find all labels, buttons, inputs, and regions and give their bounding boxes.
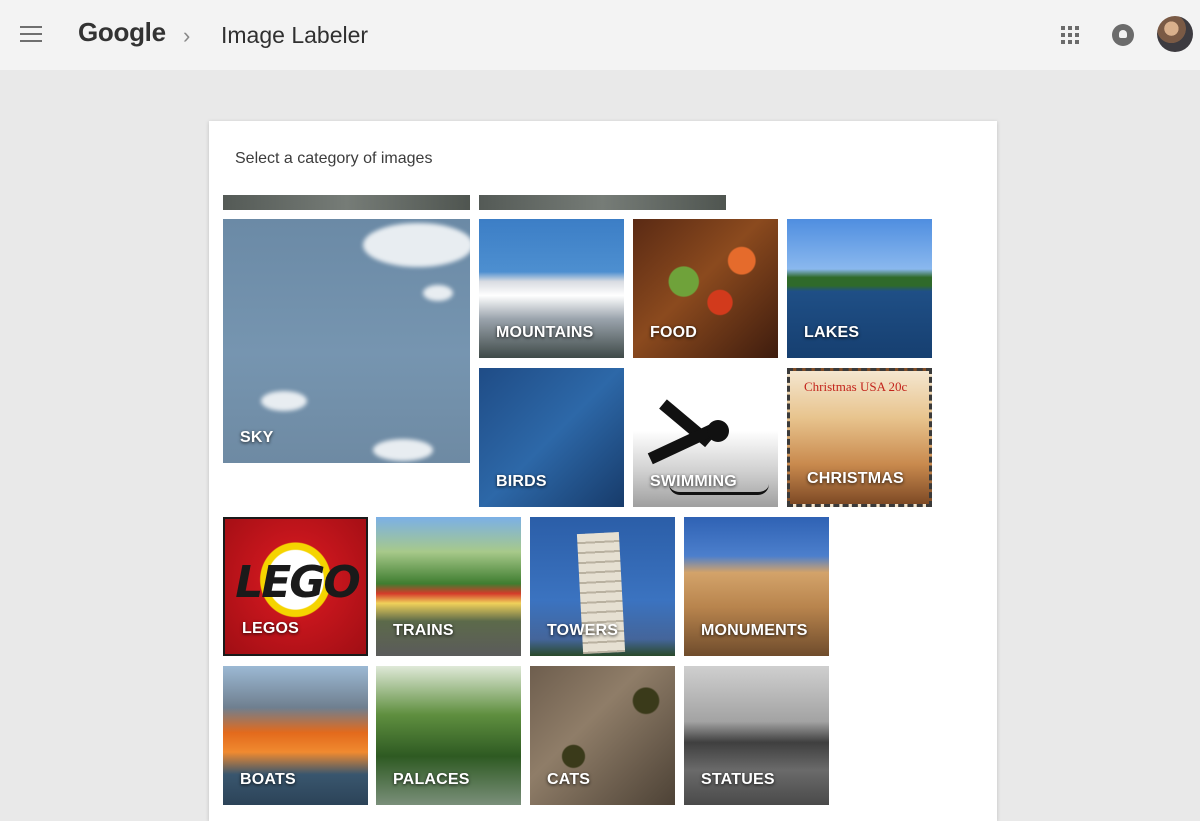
account-avatar[interactable] — [1157, 16, 1193, 52]
swimmer-shape — [707, 420, 729, 442]
category-tile-birds[interactable]: BIRDS — [479, 368, 624, 507]
category-tile-monuments[interactable]: MONUMENTS — [684, 517, 829, 656]
cloud-shape — [261, 391, 307, 411]
category-tile-statues[interactable]: STATUES — [684, 666, 829, 805]
cloud-shape — [373, 439, 433, 461]
category-label: LAKES — [804, 324, 860, 341]
top-app-bar: Google › Image Labeler — [0, 0, 1200, 70]
category-label: SKY — [240, 429, 274, 446]
category-label: LEGOS — [242, 620, 300, 637]
category-tile-partial[interactable] — [479, 195, 726, 210]
category-label: FOOD — [650, 324, 698, 341]
apps-grid-icon[interactable] — [1061, 26, 1079, 44]
category-tile-trains[interactable]: TRAINS — [376, 517, 521, 656]
google-logo[interactable]: Google — [78, 17, 166, 48]
hamburger-menu-icon[interactable] — [20, 26, 42, 42]
category-tile-lakes[interactable]: LAKES — [787, 219, 932, 358]
stamp-text: Christmas USA 20c — [804, 379, 908, 394]
category-label: TRAINS — [393, 622, 454, 639]
category-tile-mountains[interactable]: MOUNTAINS — [479, 219, 624, 358]
category-label: MONUMENTS — [701, 622, 808, 639]
category-label: STATUES — [701, 771, 775, 788]
category-label: SWIMMING — [650, 473, 737, 490]
category-card: Select a category of images SKY MOUNTAIN… — [209, 121, 997, 821]
category-tile-sky[interactable]: SKY — [223, 219, 470, 463]
cloud-shape — [363, 223, 470, 267]
category-tile-legos[interactable]: LEGO LEGOS — [223, 517, 368, 656]
lego-logo-text: LEGO — [235, 557, 361, 608]
category-tile-palaces[interactable]: PALACES — [376, 666, 521, 805]
category-tile-towers[interactable]: TOWERS — [530, 517, 675, 656]
category-label: BOATS — [240, 771, 296, 788]
app-title: Image Labeler — [221, 22, 369, 48]
category-tile-cats[interactable]: CATS — [530, 666, 675, 805]
card-heading: Select a category of images — [235, 150, 433, 167]
category-tile-swimming[interactable]: SWIMMING — [633, 368, 778, 507]
category-label: CATS — [547, 771, 591, 788]
category-tile-food[interactable]: FOOD — [633, 219, 778, 358]
category-label: CHRISTMAS — [807, 470, 904, 487]
category-tile-partial[interactable] — [223, 195, 470, 210]
breadcrumb-chevron-icon: › — [183, 23, 191, 48]
category-tile-christmas[interactable]: Christmas USA 20c CHRISTMAS — [787, 368, 932, 507]
category-tile-boats[interactable]: BOATS — [223, 666, 368, 805]
category-label: TOWERS — [547, 622, 619, 639]
category-label: BIRDS — [496, 473, 547, 490]
cloud-shape — [423, 285, 453, 301]
notifications-bell-icon[interactable] — [1112, 24, 1134, 46]
category-label: MOUNTAINS — [496, 324, 594, 341]
category-label: PALACES — [393, 771, 470, 788]
